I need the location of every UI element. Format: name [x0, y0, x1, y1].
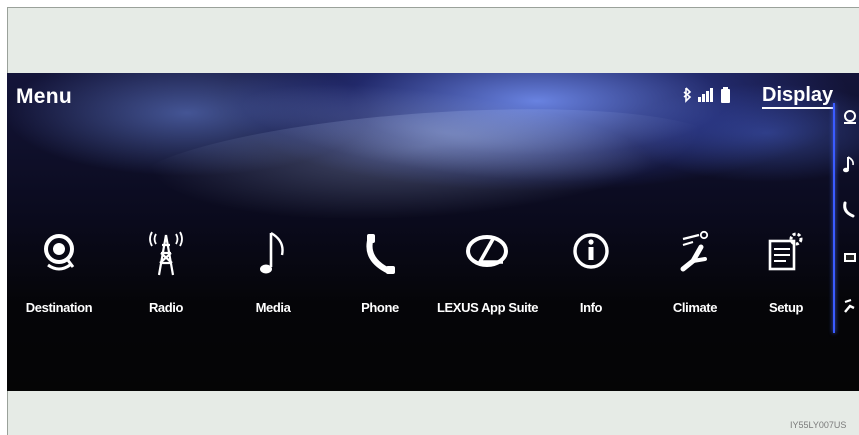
bluetooth-icon	[683, 87, 692, 103]
infotainment-screen: Menu Display Destination Radio Media Pho…	[7, 73, 859, 391]
menu-item-label: Destination	[25, 300, 93, 315]
menu-item-label: Info	[579, 300, 603, 315]
side-phone-icon[interactable]	[841, 200, 859, 220]
side-climate-seat-icon[interactable]	[841, 296, 859, 316]
menu-item-label: Media	[255, 300, 291, 315]
menu-item-lexus-app-suite[interactable]: LEXUS App Suite	[437, 221, 539, 331]
menu-item-destination[interactable]: Destination	[9, 221, 109, 331]
radio-tower-icon	[149, 231, 183, 276]
lexus-logo-icon	[466, 235, 508, 267]
info-icon	[573, 233, 609, 269]
figure-code: IY55LY007US	[790, 420, 847, 430]
phone-icon	[366, 234, 395, 274]
menu-item-media[interactable]: Media	[223, 221, 323, 331]
page-title: Menu	[16, 85, 73, 108]
climate-seat-icon	[680, 230, 709, 272]
destination-icon	[44, 234, 75, 271]
menu-item-label: Setup	[768, 300, 804, 315]
menu-item-radio[interactable]: Radio	[116, 221, 216, 331]
side-music-note-icon[interactable]	[841, 155, 859, 175]
menu-item-label: Phone	[361, 300, 399, 315]
display-button[interactable]: Display	[762, 84, 834, 109]
battery-icon	[721, 87, 730, 103]
menu-item-climate[interactable]: Climate	[645, 221, 745, 331]
menu-item-phone[interactable]: Phone	[330, 221, 430, 331]
menu-item-setup[interactable]: Setup	[736, 221, 836, 331]
status-bar	[683, 87, 730, 103]
menu-item-label: LEXUS App Suite	[437, 300, 539, 315]
signal-strength-icon	[698, 88, 713, 102]
music-note-icon	[260, 231, 284, 274]
menu-item-label: Climate	[672, 300, 718, 315]
setup-icon	[768, 232, 803, 271]
side-navigation-icon[interactable]	[841, 107, 859, 127]
side-info-icon[interactable]	[841, 248, 859, 268]
menu-item-info[interactable]: Info	[541, 221, 641, 331]
menu-item-label: Radio	[148, 300, 184, 315]
